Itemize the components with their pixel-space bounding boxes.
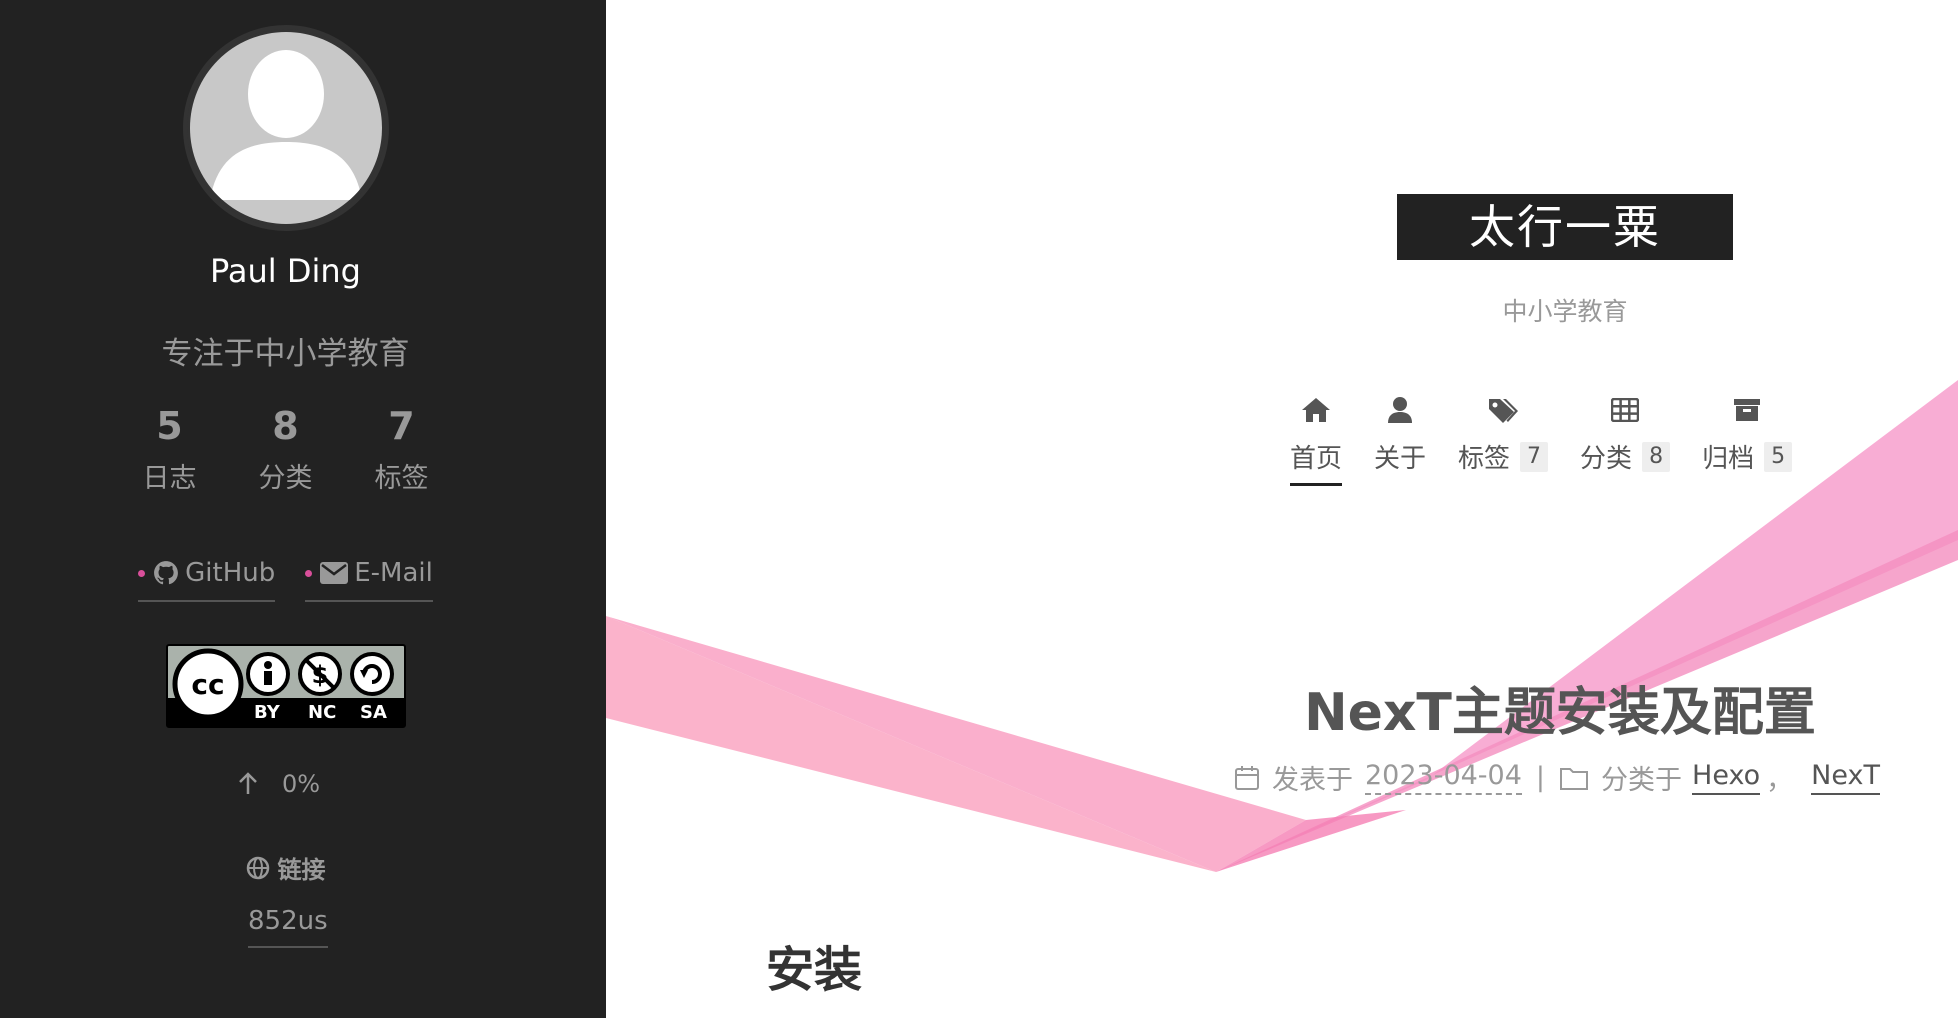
menu-item-archives-badge: 5 (1764, 441, 1793, 472)
cc-license-badge[interactable]: cc $ BY NC SA (166, 644, 406, 728)
cc-by-label: BY (254, 702, 280, 723)
github-link[interactable]: GitHub (138, 558, 276, 602)
state-categories[interactable]: 8 分类 (228, 402, 344, 495)
calendar-icon (1235, 765, 1259, 790)
menu-item-archives-label: 归档 (1702, 444, 1755, 474)
github-label: GitHub (185, 558, 276, 588)
menu-item-about-label: 关于 (1374, 444, 1427, 474)
site-subtitle: 中小学教育 (1502, 297, 1628, 326)
blogroll-title: 链接 (0, 850, 571, 885)
envelope-icon (320, 562, 349, 584)
tags-icon (1489, 399, 1519, 423)
th-icon (1611, 398, 1640, 422)
user-icon (1388, 397, 1413, 423)
menu-item-home[interactable]: 首页 (1290, 392, 1343, 486)
blogroll-title-text: 链接 (277, 856, 326, 884)
category-link-next[interactable]: NexT (1811, 760, 1880, 795)
email-link[interactable]: E-Mail (305, 558, 433, 602)
state-tags-count: 7 (388, 404, 415, 448)
state-tags-label: 标签 (374, 463, 429, 494)
email-label: E-Mail (354, 558, 433, 588)
ribbon-background (606, 380, 1958, 872)
globe-icon (246, 856, 269, 879)
state-posts-count: 5 (156, 404, 183, 448)
bullet-dot (138, 569, 146, 577)
cc-nc-label: NC (308, 702, 337, 723)
site-title[interactable]: 太行一粟 (1397, 194, 1733, 260)
meta-separator: | (1535, 762, 1546, 793)
category-link-hexo[interactable]: Hexo (1692, 760, 1761, 795)
menu-item-archives[interactable]: 归档 5 (1702, 392, 1793, 486)
archive-icon (1734, 399, 1761, 421)
blogroll-link-852us[interactable]: 852us (248, 906, 328, 948)
menu-item-home-label: 首页 (1290, 438, 1343, 486)
state-categories-label: 分类 (258, 463, 313, 494)
main-menu: 首页 关于 标签 7 分类 8 归档 5 (1290, 392, 1824, 486)
menu-item-tags-label: 标签 (1458, 444, 1511, 474)
state-posts[interactable]: 5 日志 (112, 402, 228, 495)
post-date: 2023-04-04 (1365, 760, 1522, 795)
state-posts-label: 日志 (142, 463, 197, 494)
page: Paul Ding 专注于中小学教育 5 日志 8 分类 7 标签 GitHub… (0, 0, 1958, 1018)
user-silhouette-icon (210, 50, 362, 200)
menu-item-categories[interactable]: 分类 8 (1580, 392, 1671, 486)
menu-item-categories-badge: 8 (1642, 441, 1671, 472)
post-meta: 发表于 2023-04-04 | 分类于 Hexo ， NexT (1234, 758, 1880, 797)
site-state: 5 日志 8 分类 7 标签 (0, 402, 571, 495)
author-avatar (183, 25, 389, 231)
bullet-dot (305, 569, 313, 577)
sidebar: Paul Ding 专注于中小学教育 5 日志 8 分类 7 标签 GitHub… (0, 0, 606, 1018)
section-heading-install: 安装 (766, 942, 863, 998)
menu-item-tags-badge: 7 (1520, 441, 1549, 472)
posted-label: 发表于 (1272, 765, 1353, 796)
post-title[interactable]: NexT主题安装及配置 (1160, 670, 1958, 745)
home-icon (1302, 398, 1330, 422)
scroll-percent: 0% (282, 770, 321, 798)
social-links: GitHub E-Mail (0, 558, 571, 602)
author-name: Paul Ding (210, 252, 361, 290)
state-categories-count: 8 (272, 404, 299, 448)
back-to-top[interactable]: 0% (238, 770, 320, 798)
state-tags[interactable]: 7 标签 (344, 402, 460, 495)
menu-item-tags[interactable]: 标签 7 (1458, 392, 1549, 486)
category-label: 分类于 (1601, 765, 1683, 796)
svg-text:cc: cc (191, 668, 224, 701)
cc-sa-label: SA (360, 702, 387, 723)
menu-item-categories-label: 分类 (1580, 444, 1633, 474)
folder-icon (1560, 767, 1589, 790)
author-description: 专注于中小学教育 (161, 336, 410, 372)
category-separator: ， (1766, 765, 1794, 796)
menu-item-about[interactable]: 关于 (1374, 392, 1426, 486)
github-icon (154, 561, 179, 585)
arrow-up-icon (239, 772, 257, 794)
